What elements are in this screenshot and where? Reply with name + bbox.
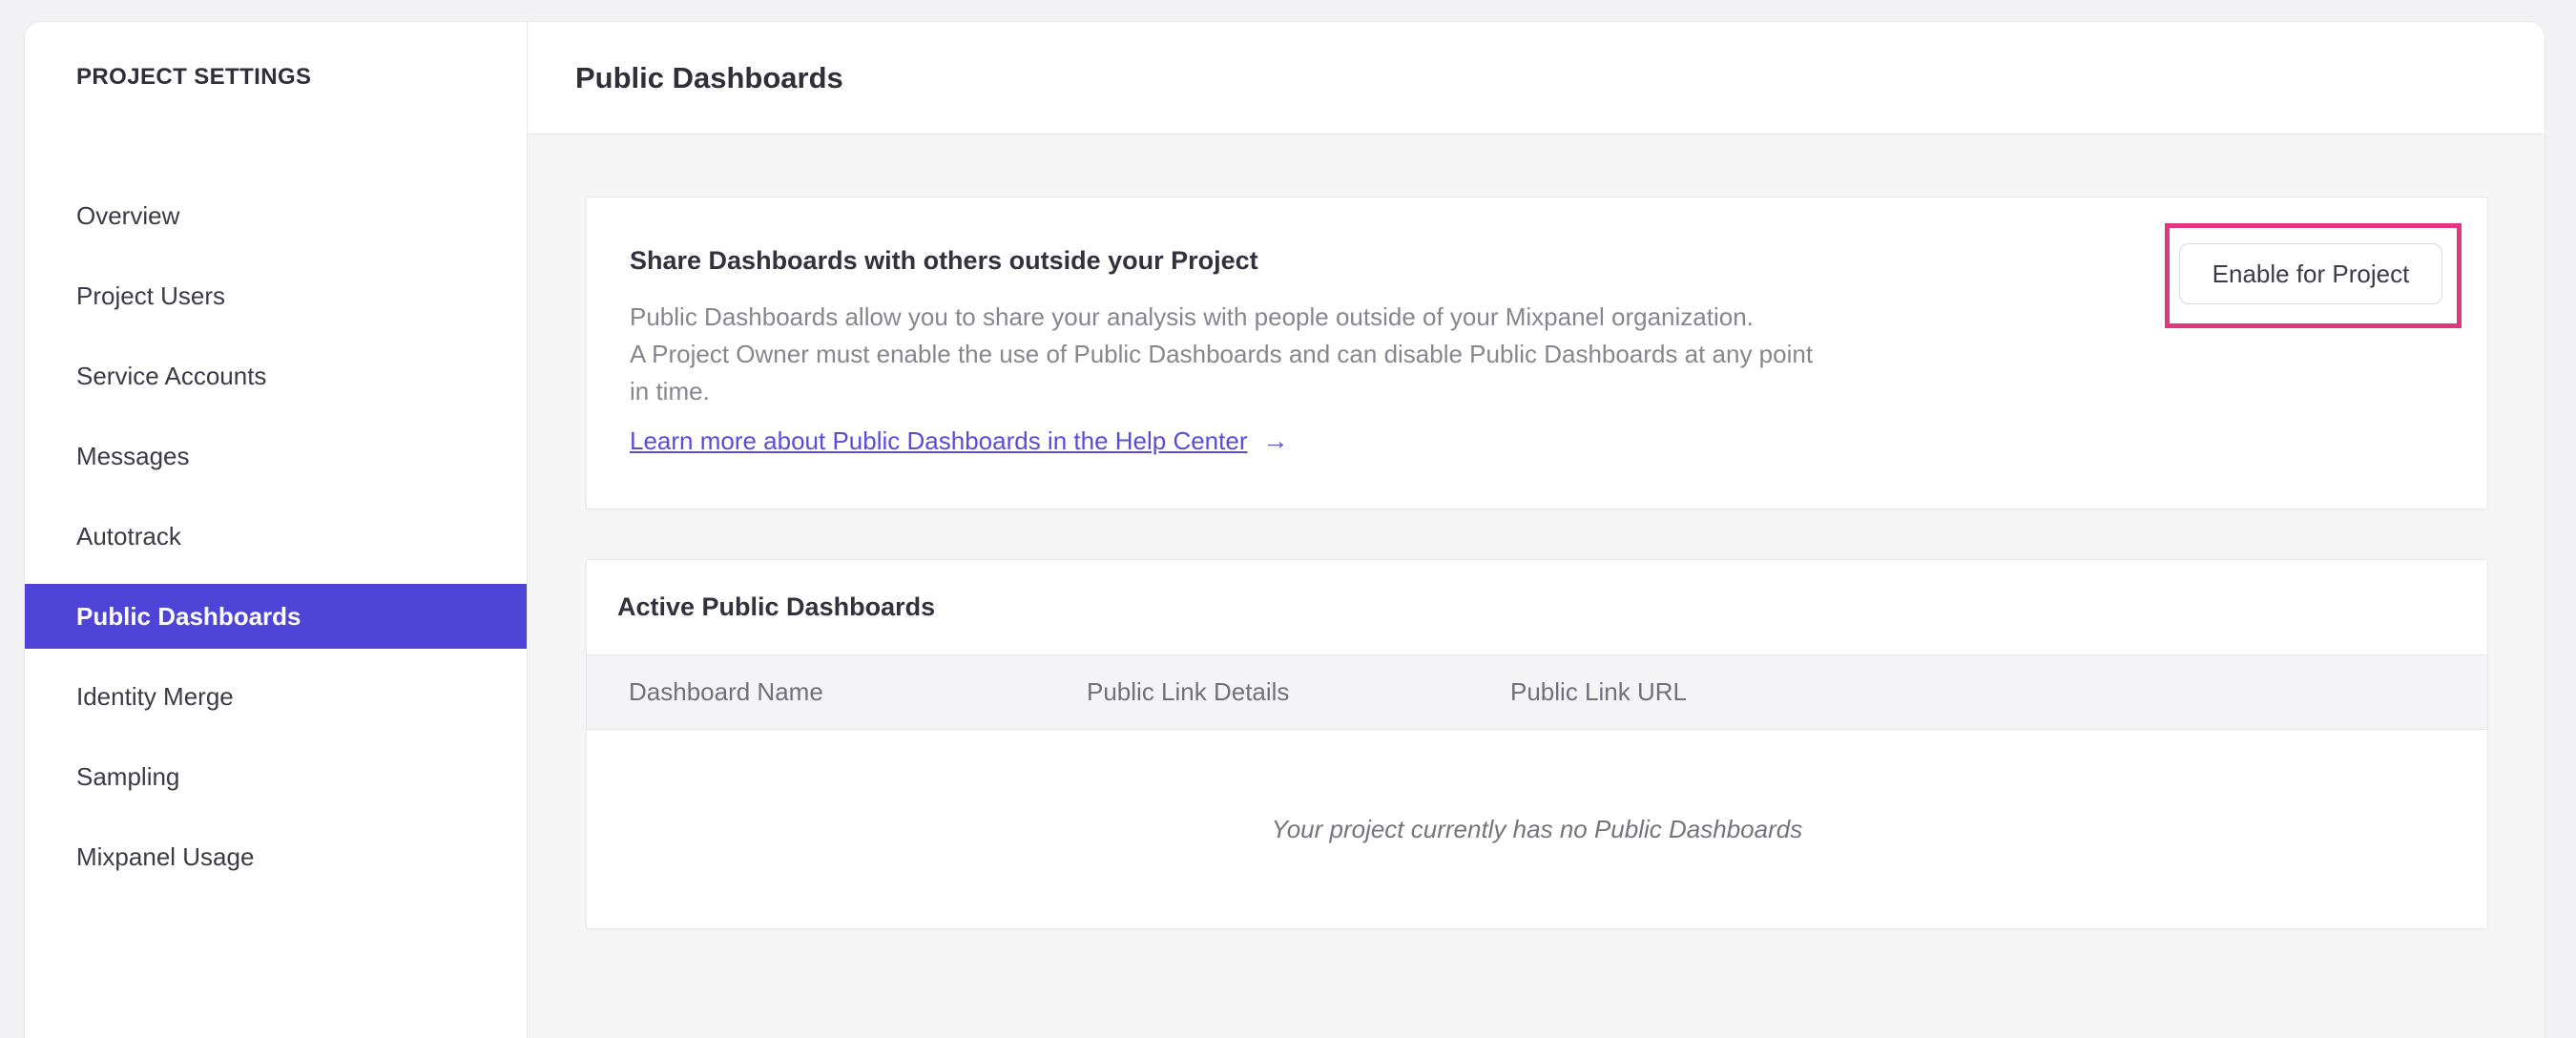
settings-sidebar: PROJECT SETTINGS Overview Project Users …	[25, 22, 528, 1038]
column-header-dashboard-name: Dashboard Name	[629, 677, 823, 706]
column-header-public-link-details: Public Link Details	[1087, 677, 1290, 706]
description-line: in time.	[630, 377, 710, 405]
main-area: Public Dashboards Share Dashboards with …	[528, 22, 2545, 1038]
sidebar-item-label: Project Users	[76, 280, 226, 310]
page-header: Public Dashboards	[528, 22, 2545, 135]
sidebar-item-overview[interactable]: Overview	[25, 183, 527, 248]
sidebar-item-messages[interactable]: Messages	[25, 424, 527, 488]
share-dashboards-card: Share Dashboards with others outside you…	[586, 197, 2488, 509]
description-line: Public Dashboards allow you to share you…	[630, 302, 1754, 331]
sidebar-item-label: Service Accounts	[76, 361, 267, 390]
share-card-heading: Share Dashboards with others outside you…	[630, 246, 1258, 275]
content-area: Share Dashboards with others outside you…	[528, 135, 2545, 1038]
page-title: Public Dashboards	[575, 60, 843, 94]
active-dashboards-card: Active Public Dashboards Dashboard Name …	[586, 559, 2488, 929]
sidebar-item-mixpanel-usage[interactable]: Mixpanel Usage	[25, 824, 527, 889]
sidebar-item-label: Public Dashboards	[76, 601, 301, 631]
sidebar-item-label: Mixpanel Usage	[76, 841, 255, 871]
share-card-description: Public Dashboards allow you to share you…	[630, 299, 1813, 410]
description-line: A Project Owner must enable the use of P…	[630, 340, 1814, 368]
sidebar-item-service-accounts[interactable]: Service Accounts	[25, 343, 527, 408]
enable-for-project-button[interactable]: Enable for Project	[2179, 243, 2442, 304]
active-card-heading-row: Active Public Dashboards	[587, 560, 2487, 655]
sidebar-item-label: Identity Merge	[76, 681, 234, 711]
help-center-link-row: Learn more about Public Dashboards in th…	[630, 426, 1289, 456]
sidebar-item-label: Sampling	[76, 761, 180, 791]
empty-state-message: Your project currently has no Public Das…	[1271, 814, 1803, 843]
sidebar-item-label: Overview	[76, 200, 180, 230]
sidebar-item-autotrack[interactable]: Autotrack	[25, 504, 527, 569]
sidebar-item-public-dashboards[interactable]: Public Dashboards	[25, 584, 527, 649]
help-center-link[interactable]: Learn more about Public Dashboards in th…	[630, 426, 1248, 456]
active-card-heading: Active Public Dashboards	[617, 592, 936, 621]
sidebar-nav: Overview Project Users Service Accounts …	[25, 183, 527, 904]
sidebar-item-identity-merge[interactable]: Identity Merge	[25, 664, 527, 729]
dashboards-table-header: Dashboard Name Public Link Details Publi…	[587, 655, 2487, 730]
sidebar-item-label: Messages	[76, 441, 190, 470]
project-settings-app: PROJECT SETTINGS Overview Project Users …	[24, 21, 2545, 1038]
arrow-right-icon: →	[1262, 426, 1289, 455]
sidebar-item-project-users[interactable]: Project Users	[25, 263, 527, 328]
sidebar-item-sampling[interactable]: Sampling	[25, 744, 527, 809]
column-header-public-link-url: Public Link URL	[1510, 677, 1687, 706]
sidebar-title: PROJECT SETTINGS	[76, 64, 312, 90]
sidebar-item-label: Autotrack	[76, 521, 181, 550]
